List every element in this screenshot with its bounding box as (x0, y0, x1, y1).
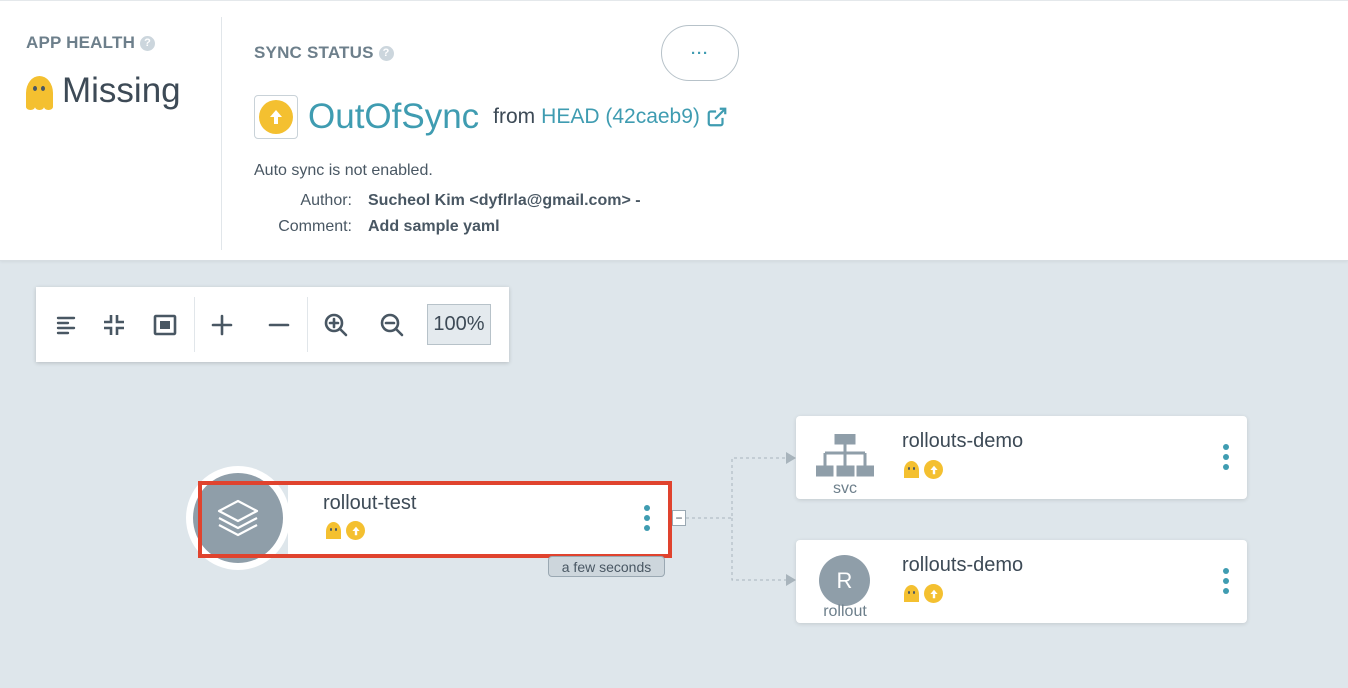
rollout-node-status (904, 584, 943, 603)
app-node-title[interactable]: rollout-test (323, 492, 416, 515)
svc-node-status (904, 460, 943, 479)
app-node-selected[interactable] (198, 481, 672, 558)
app-node-menu-icon[interactable] (643, 505, 651, 531)
rollout-node-kind: rollout (823, 603, 867, 620)
age-badge: a few seconds (548, 556, 665, 577)
missing-ghost-icon (904, 585, 919, 602)
missing-ghost-icon (904, 461, 919, 478)
collapse-node-button[interactable]: − (672, 510, 686, 526)
arrow-up-circle-icon (924, 460, 943, 479)
missing-ghost-icon (326, 522, 341, 539)
network-tree-icon (816, 434, 874, 477)
rollout-node[interactable]: R rollout rollouts-demo (796, 540, 1247, 623)
rollout-node-title[interactable]: rollouts-demo (902, 554, 1023, 577)
svc-node-title[interactable]: rollouts-demo (902, 430, 1023, 453)
arrow-up-circle-icon (924, 584, 943, 603)
app-node-status (326, 521, 365, 540)
rollout-node-menu-icon[interactable] (1222, 568, 1230, 594)
svc-node[interactable]: svc rollouts-demo (796, 416, 1247, 499)
svc-node-menu-icon[interactable] (1222, 444, 1230, 470)
svc-node-kind: svc (833, 480, 857, 497)
rollout-kind-icon: R (819, 555, 870, 606)
arrow-up-circle-icon (346, 521, 365, 540)
